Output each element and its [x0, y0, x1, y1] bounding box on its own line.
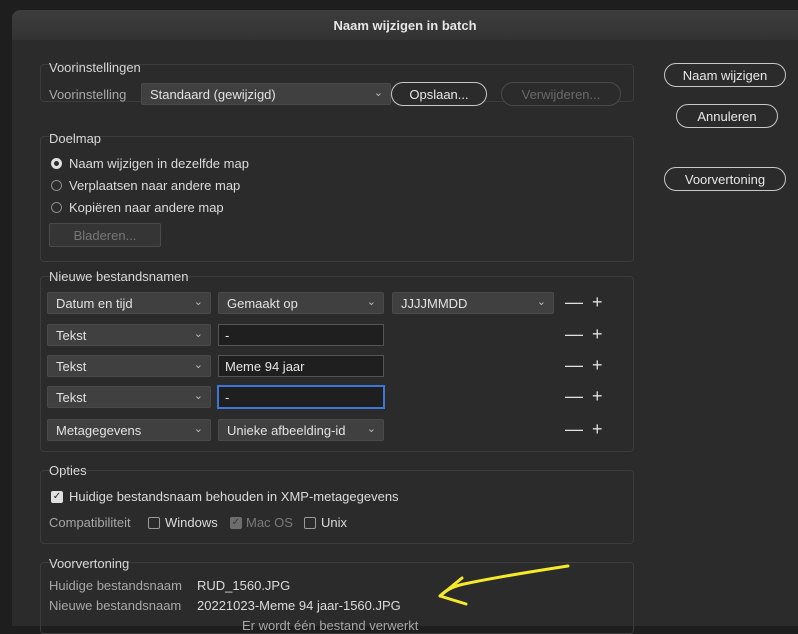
unix-label: Unix — [321, 515, 348, 530]
new-names-group-label: Nieuwe bestandsnamen — [49, 269, 189, 284]
new-name-value: 20221023-Meme 94 jaar-1560.JPG — [197, 598, 401, 613]
chevron-down-icon: ⌄ — [536, 296, 546, 308]
options-group — [40, 470, 634, 544]
row1-type-select[interactable]: Datum en tijd ⌄ — [47, 292, 211, 314]
row4-text-input[interactable]: - — [218, 386, 384, 408]
row2-add-button[interactable]: + — [592, 325, 603, 343]
compat-label: Compatibiliteit — [49, 515, 131, 530]
row2-type-select[interactable]: Tekst ⌄ — [47, 324, 211, 346]
preset-label: Voorinstelling — [49, 87, 127, 102]
chevron-down-icon: ⌄ — [373, 87, 383, 99]
chevron-down-icon: ⌄ — [193, 423, 203, 435]
keep-name-label: Huidige bestandsnaam behouden in XMP-met… — [69, 489, 399, 504]
macos-label: Mac OS — [246, 515, 293, 530]
current-name-value: RUD_1560.JPG — [197, 578, 291, 593]
new-name-label: Nieuwe bestandsnaam — [49, 598, 182, 613]
chevron-down-icon: ⌄ — [193, 359, 203, 371]
browse-button[interactable]: Bladeren... — [49, 223, 161, 247]
cancel-button[interactable]: Annuleren — [676, 104, 778, 128]
chevron-down-icon: ⌄ — [193, 390, 203, 402]
row1-value: Gemaakt op — [227, 296, 298, 311]
chevron-down-icon: ⌄ — [193, 296, 203, 308]
preset-select[interactable]: Standaard (gewijzigd) ⌄ — [141, 83, 391, 105]
options-group-label: Opties — [49, 463, 87, 478]
row5-add-button[interactable]: + — [592, 420, 603, 438]
radio-same-folder[interactable] — [51, 158, 62, 169]
option-copy-folder: Kopiëren naar andere map — [69, 200, 224, 215]
row5-value-select[interactable]: Unieke afbeelding-id ⌄ — [218, 419, 384, 441]
windows-checkbox[interactable] — [148, 517, 160, 529]
row4-remove-button[interactable]: — — [565, 387, 583, 405]
row1-remove-button[interactable]: — — [565, 293, 583, 311]
row1-format-select[interactable]: JJJJMMDD ⌄ — [392, 292, 554, 314]
row4-type: Tekst — [56, 390, 87, 405]
chevron-down-icon: ⌄ — [366, 296, 376, 308]
option-same-folder: Naam wijzigen in dezelfde map — [69, 156, 249, 171]
radio-copy-folder[interactable] — [51, 202, 62, 213]
radio-move-folder[interactable] — [51, 180, 62, 191]
row3-remove-button[interactable]: — — [565, 356, 583, 374]
delete-preset-button[interactable]: Verwijderen... — [501, 82, 621, 106]
row2-type: Tekst — [56, 328, 87, 343]
row3-add-button[interactable]: + — [592, 356, 603, 374]
row5-type: Metagegevens — [56, 423, 142, 438]
presets-group-label: Voorinstellingen — [49, 60, 141, 75]
row5-value: Unieke afbeelding-id — [227, 423, 346, 438]
row5-type-select[interactable]: Metagegevens ⌄ — [47, 419, 211, 441]
window-title: Naam wijzigen in batch — [333, 18, 477, 33]
row1-type: Datum en tijd — [56, 296, 133, 311]
macos-checkbox[interactable]: ✓ — [230, 517, 242, 529]
row1-value-select[interactable]: Gemaakt op ⌄ — [218, 292, 384, 314]
preview-button[interactable]: Voorvertoning — [664, 167, 786, 191]
windows-label: Windows — [165, 515, 218, 530]
annotation-arrow — [438, 564, 570, 606]
row1-add-button[interactable]: + — [592, 293, 603, 311]
batch-rename-dialog: Voorinstellingen Voorinstelling Standaar… — [12, 40, 798, 634]
unix-checkbox[interactable] — [304, 517, 316, 529]
row1-format: JJJJMMDD — [401, 296, 468, 311]
keep-name-checkbox[interactable]: ✓ — [51, 491, 63, 503]
option-move-folder: Verplaatsen naar andere map — [69, 178, 241, 193]
preview-group-label: Voorvertoning — [49, 556, 130, 571]
chevron-down-icon: ⌄ — [366, 423, 376, 435]
title-bar: Naam wijzigen in batch — [12, 10, 798, 41]
row4-add-button[interactable]: + — [592, 387, 603, 405]
row4-type-select[interactable]: Tekst ⌄ — [47, 386, 211, 408]
current-name-label: Huidige bestandsnaam — [49, 578, 182, 593]
row2-text-input[interactable]: - — [218, 324, 384, 346]
chevron-down-icon: ⌄ — [193, 328, 203, 340]
row3-text-input[interactable]: Meme 94 jaar — [218, 355, 384, 377]
save-preset-button[interactable]: Opslaan... — [391, 82, 487, 106]
row2-remove-button[interactable]: — — [565, 325, 583, 343]
row3-type: Tekst — [56, 359, 87, 374]
row3-type-select[interactable]: Tekst ⌄ — [47, 355, 211, 377]
row5-remove-button[interactable]: — — [565, 420, 583, 438]
rename-button[interactable]: Naam wijzigen — [664, 63, 786, 87]
destination-group-label: Doelmap — [49, 131, 102, 146]
preset-select-value: Standaard (gewijzigd) — [150, 87, 276, 102]
